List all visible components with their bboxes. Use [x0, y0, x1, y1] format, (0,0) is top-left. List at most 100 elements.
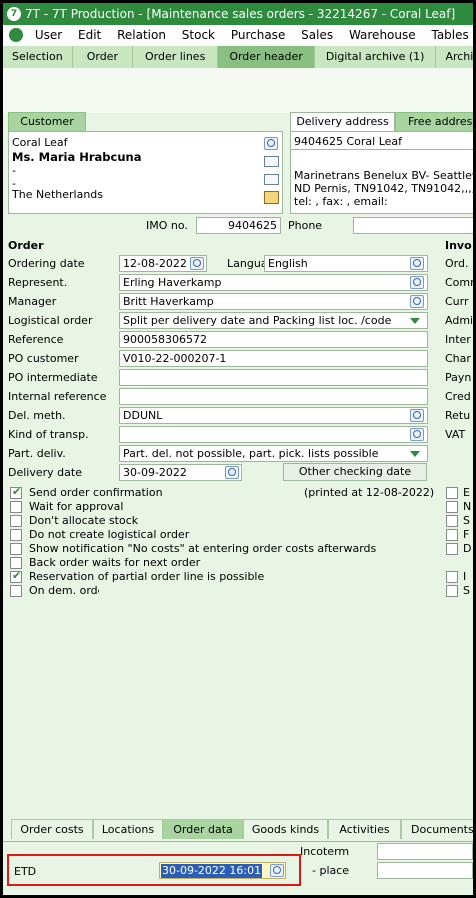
invoice-label: VAT: [445, 428, 466, 441]
send-order-confirmation-checkbox[interactable]: [10, 485, 22, 499]
back-order-waits-label: Back order waits for next order: [29, 556, 201, 569]
back-order-waits-checkbox[interactable]: [10, 557, 22, 569]
menu-edit[interactable]: Edit: [78, 28, 101, 42]
language-field[interactable]: English: [264, 255, 428, 272]
bottom-tab-divider: [3, 841, 473, 842]
right-option-checkbox[interactable]: [446, 529, 458, 541]
tab-order-header[interactable]: Order header: [218, 46, 315, 68]
etd-label: ETD: [14, 865, 37, 878]
delivery-date-label: Delivery date: [8, 466, 82, 479]
no-logistical-order-checkbox[interactable]: [10, 529, 22, 541]
tab-digital-archive[interactable]: Digital archive (1): [314, 46, 437, 68]
right-option-checkbox[interactable]: [446, 515, 458, 527]
reservation-partial-checkbox[interactable]: [10, 569, 22, 583]
kind-transp-lookup-icon[interactable]: [410, 428, 424, 441]
wait-for-approval-label: Wait for approval: [29, 500, 124, 513]
email-icon[interactable]: [264, 156, 279, 167]
invoice-label: Admi: [445, 314, 473, 327]
manager-lookup-icon[interactable]: [410, 295, 424, 308]
invoice-label: Curr: [445, 295, 469, 308]
phone-field[interactable]: [353, 217, 473, 234]
menu-stock[interactable]: Stock: [182, 28, 215, 42]
menu-sales[interactable]: Sales: [301, 28, 333, 42]
imo-label: IMO no.: [146, 219, 188, 232]
logistical-order-label: Logistical order: [8, 314, 93, 327]
menu-tables[interactable]: Tables: [431, 28, 468, 42]
right-option-label: I: [463, 570, 467, 583]
represent-field[interactable]: Erling Haverkamp: [119, 274, 428, 291]
tab-locations[interactable]: Locations: [93, 819, 163, 839]
chevron-down-icon[interactable]: [410, 318, 420, 324]
email-icon[interactable]: [264, 174, 279, 185]
kind-transp-field[interactable]: [119, 426, 428, 443]
customer-line3: -: [12, 164, 16, 177]
etd-field[interactable]: 30-09-2022 16:01: [159, 862, 286, 879]
menu-warehouse[interactable]: Warehouse: [349, 28, 416, 42]
tab-archive[interactable]: Archive: [436, 46, 473, 68]
tab-order-data[interactable]: Order data: [163, 819, 243, 839]
invoice-section-title: Invo: [445, 239, 472, 252]
po-customer-field[interactable]: V010-22-000207-1: [119, 350, 428, 367]
menu-relation[interactable]: Relation: [117, 28, 166, 42]
reference-field[interactable]: 900058306572: [119, 331, 428, 348]
show-no-costs-label: Show notification "No costs" at entering…: [29, 542, 377, 555]
customer-lookup-icon[interactable]: [264, 137, 278, 150]
incoterm-field[interactable]: [377, 843, 473, 860]
chevron-down-icon[interactable]: [410, 451, 420, 457]
tab-selection[interactable]: Selection: [3, 46, 73, 68]
right-option-checkbox[interactable]: [446, 501, 458, 513]
tab-activities[interactable]: Activities: [328, 819, 401, 839]
tab-order[interactable]: Order: [72, 46, 133, 68]
app-menu-icon[interactable]: [9, 27, 23, 42]
internal-reference-field[interactable]: [119, 388, 428, 405]
tab-customer[interactable]: Customer: [8, 112, 86, 132]
on-demand-order-label: On dem. orde: [29, 584, 99, 597]
other-checking-date-button[interactable]: Other checking date: [283, 463, 427, 481]
etd-value: 30-09-2022 16:01: [161, 864, 263, 878]
represent-lookup-icon[interactable]: [410, 276, 424, 289]
represent-label: Represent.: [8, 276, 68, 289]
manager-field[interactable]: Britt Haverkamp: [119, 293, 428, 310]
kind-transp-label: Kind of transp.: [8, 428, 89, 441]
menu-user[interactable]: User: [35, 28, 62, 42]
tab-order-costs[interactable]: Order costs: [11, 819, 93, 839]
right-option-checkbox[interactable]: [446, 487, 458, 499]
del-meth-field[interactable]: DDUNL: [119, 407, 428, 424]
wait-for-approval-checkbox[interactable]: [10, 501, 22, 513]
right-option-label: E: [463, 486, 470, 499]
imo-field[interactable]: 9404625: [196, 217, 281, 234]
app-window: 7 7T - 7T Production - [Maintenance sale…: [3, 3, 473, 895]
right-option-checkbox[interactable]: [446, 585, 458, 597]
app-logo-icon: 7: [7, 7, 21, 21]
on-demand-order-checkbox[interactable]: [10, 585, 22, 597]
card-icon[interactable]: [264, 191, 279, 204]
customer-name: Coral Leaf: [12, 136, 68, 149]
del-meth-lookup-icon[interactable]: [410, 409, 424, 422]
menu-purchase[interactable]: Purchase: [231, 28, 286, 42]
customer-contact: Ms. Maria Hrabcuna: [12, 150, 142, 164]
show-no-costs-checkbox[interactable]: [10, 543, 22, 555]
part-deliv-select[interactable]: Part. del. not possible, part. pick. lis…: [119, 445, 428, 462]
delivery-date-lookup-icon[interactable]: [225, 466, 239, 479]
right-option-label: S: [463, 514, 470, 527]
right-option-checkbox[interactable]: [446, 571, 458, 583]
delivery-date-field[interactable]: 30-09-2022: [119, 464, 242, 481]
tab-goods-kinds[interactable]: Goods kinds: [243, 819, 328, 839]
right-option-checkbox[interactable]: [446, 543, 458, 555]
tab-delivery-address[interactable]: Delivery address: [290, 112, 395, 132]
place-field[interactable]: [377, 862, 473, 879]
incoterm-label: Incoterm: [300, 845, 350, 858]
language-label: Langua: [227, 257, 264, 270]
dont-allocate-stock-checkbox[interactable]: [10, 515, 22, 527]
tab-order-lines[interactable]: Order lines: [132, 46, 219, 68]
logistical-order-select[interactable]: Split per delivery date and Packing list…: [119, 312, 428, 329]
language-lookup-icon[interactable]: [410, 257, 424, 270]
delivery-line1: 9404625 Coral Leaf: [294, 135, 403, 148]
tab-free-address[interactable]: Free addres: [395, 112, 473, 132]
tab-documents[interactable]: Documents: [401, 819, 473, 839]
etd-lookup-icon[interactable]: [270, 864, 284, 877]
po-intermediate-field[interactable]: [119, 369, 428, 386]
ordering-date-lookup-icon[interactable]: [190, 257, 204, 270]
header-spacer: [3, 68, 473, 113]
place-label: - place: [312, 864, 350, 877]
